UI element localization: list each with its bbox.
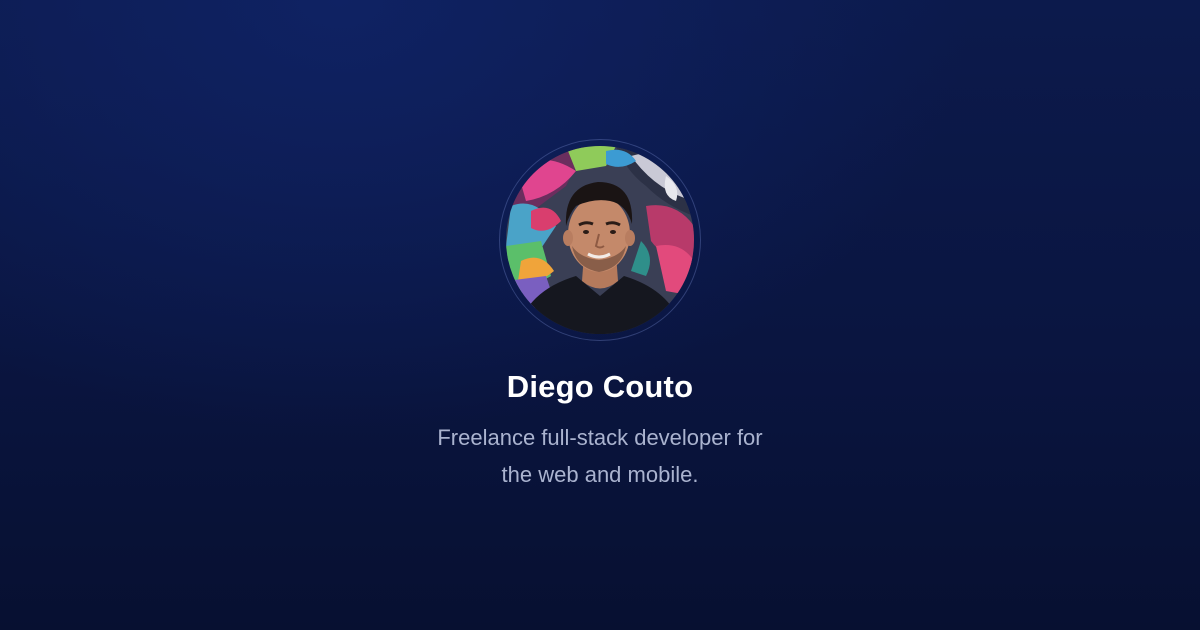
avatar-photo xyxy=(506,146,694,334)
profile-bio-line-2: the web and mobile. xyxy=(501,462,699,487)
profile-bio-line-1: Freelance full-stack developer for xyxy=(437,425,763,450)
profile-card: Diego Couto Freelance full-stack develop… xyxy=(0,0,1200,630)
avatar xyxy=(506,146,694,334)
profile-name: Diego Couto xyxy=(506,369,694,404)
profile-bio: Freelance full-stack developer for the w… xyxy=(400,419,800,493)
